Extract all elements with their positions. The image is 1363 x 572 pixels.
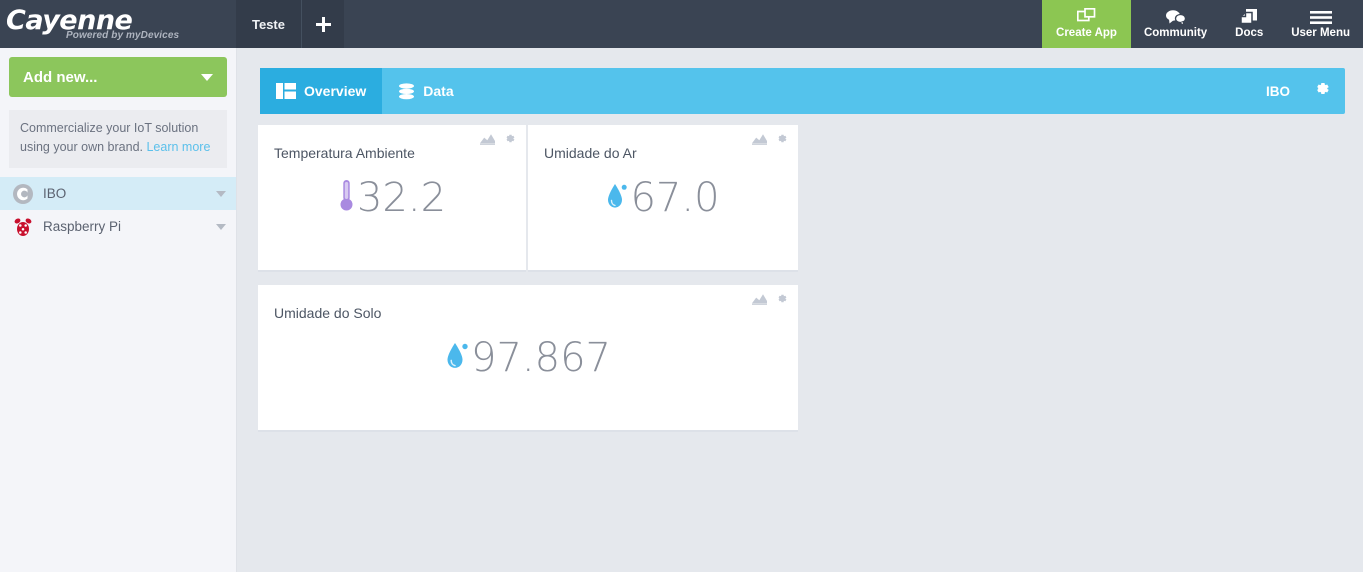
- chevron-down-icon[interactable]: [216, 190, 226, 197]
- top-bar: Cayenne Powered by myDevices Teste Creat…: [0, 0, 1363, 48]
- tab-data[interactable]: Data: [382, 68, 469, 114]
- brand-tagline: Powered by myDevices: [66, 29, 180, 41]
- widget-value: 97.867: [471, 335, 611, 381]
- tab-data-label: Data: [423, 83, 454, 99]
- main-content: Overview Data IBO Temperatura Ambiente 3…: [237, 48, 1363, 572]
- top-navigation: Create App Community Docs User Menu: [1042, 0, 1363, 48]
- widget-grid: Temperatura Ambiente 32.2 Umidade do Ar …: [258, 125, 798, 432]
- tab-overview-label: Overview: [304, 83, 367, 99]
- user-menu-label: User Menu: [1291, 27, 1350, 39]
- tab-overview[interactable]: Overview: [260, 68, 383, 114]
- sidebar-item-label: Raspberry Pi: [43, 219, 122, 234]
- water-drop-icon: [606, 179, 628, 218]
- dashboard-tab-teste[interactable]: Teste: [236, 0, 302, 48]
- overview-grid-icon: [276, 83, 296, 99]
- docs-label: Docs: [1235, 27, 1264, 39]
- water-drop-icon: [445, 338, 469, 379]
- docs-button[interactable]: Docs: [1220, 0, 1278, 48]
- widget-value-group: 67.0: [528, 175, 798, 221]
- commercialize-promo: Commercialize your IoT solution using yo…: [9, 110, 227, 168]
- community-icon: [1165, 8, 1187, 25]
- community-button[interactable]: Community: [1131, 0, 1220, 48]
- learn-more-link[interactable]: Learn more: [146, 140, 210, 154]
- widget-value: 32.2: [356, 175, 447, 221]
- chevron-down-icon[interactable]: [216, 223, 226, 230]
- chart-icon[interactable]: [752, 132, 767, 150]
- plus-icon: [315, 16, 331, 32]
- widget-value-group: 97.867: [258, 335, 798, 381]
- widget-value: 67.0: [630, 175, 720, 221]
- hamburger-icon: [1309, 8, 1332, 25]
- create-app-icon: [1076, 8, 1096, 25]
- device-list: IBO Raspberry Pi: [0, 177, 236, 243]
- gear-icon[interactable]: [503, 132, 516, 150]
- chart-icon[interactable]: [480, 132, 495, 150]
- widget-row-1: Temperatura Ambiente 32.2 Umidade do Ar …: [258, 125, 798, 272]
- dashboard-tab-strip: Teste: [236, 0, 344, 48]
- widget-row-2: Umidade do Solo 97.867: [258, 272, 798, 432]
- create-app-button[interactable]: Create App: [1042, 0, 1131, 48]
- widget-actions: [752, 132, 788, 150]
- widget-temperatura-ambiente[interactable]: Temperatura Ambiente 32.2: [258, 125, 526, 272]
- database-icon: [398, 82, 415, 100]
- project-name-label: IBO: [1265, 83, 1290, 99]
- add-new-label: Add new...: [23, 68, 98, 86]
- docs-icon: [1240, 8, 1258, 25]
- widget-title: Umidade do Ar: [544, 145, 637, 161]
- widget-umidade-do-solo[interactable]: Umidade do Solo 97.867: [258, 285, 798, 432]
- widget-actions: [480, 132, 516, 150]
- community-label: Community: [1143, 27, 1208, 39]
- gear-icon[interactable]: [775, 292, 788, 310]
- cayenne-circle-icon: [12, 183, 34, 205]
- add-new-button[interactable]: Add new...: [9, 57, 227, 97]
- user-menu-button[interactable]: User Menu: [1278, 0, 1363, 48]
- app-logo[interactable]: Cayenne Powered by myDevices: [0, 0, 236, 48]
- gear-icon[interactable]: [775, 132, 788, 150]
- widget-value-group: 32.2: [258, 175, 526, 221]
- widget-umidade-do-ar[interactable]: Umidade do Ar 67.0: [528, 125, 798, 272]
- sidebar-item-raspberry-pi[interactable]: Raspberry Pi: [0, 210, 236, 243]
- widget-title: Umidade do Solo: [274, 305, 382, 321]
- dashboard-tab-label: Teste: [252, 16, 285, 32]
- gear-icon[interactable]: [1312, 79, 1331, 103]
- chart-icon[interactable]: [752, 292, 767, 310]
- raspberry-pi-icon: [12, 216, 34, 238]
- widget-actions: [752, 292, 788, 310]
- chevron-down-icon: [201, 73, 213, 81]
- sidebar-item-label: IBO: [43, 186, 67, 201]
- tab-bar-right-group: IBO: [1266, 68, 1345, 114]
- create-app-label: Create App: [1056, 27, 1117, 39]
- thermometer-icon: [338, 176, 355, 221]
- sidebar: Add new... Commercialize your IoT soluti…: [0, 48, 237, 572]
- sidebar-item-ibo[interactable]: IBO: [0, 177, 236, 210]
- widget-title: Temperatura Ambiente: [274, 145, 415, 161]
- content-tab-bar: Overview Data IBO: [260, 68, 1345, 114]
- add-dashboard-button[interactable]: [302, 0, 344, 48]
